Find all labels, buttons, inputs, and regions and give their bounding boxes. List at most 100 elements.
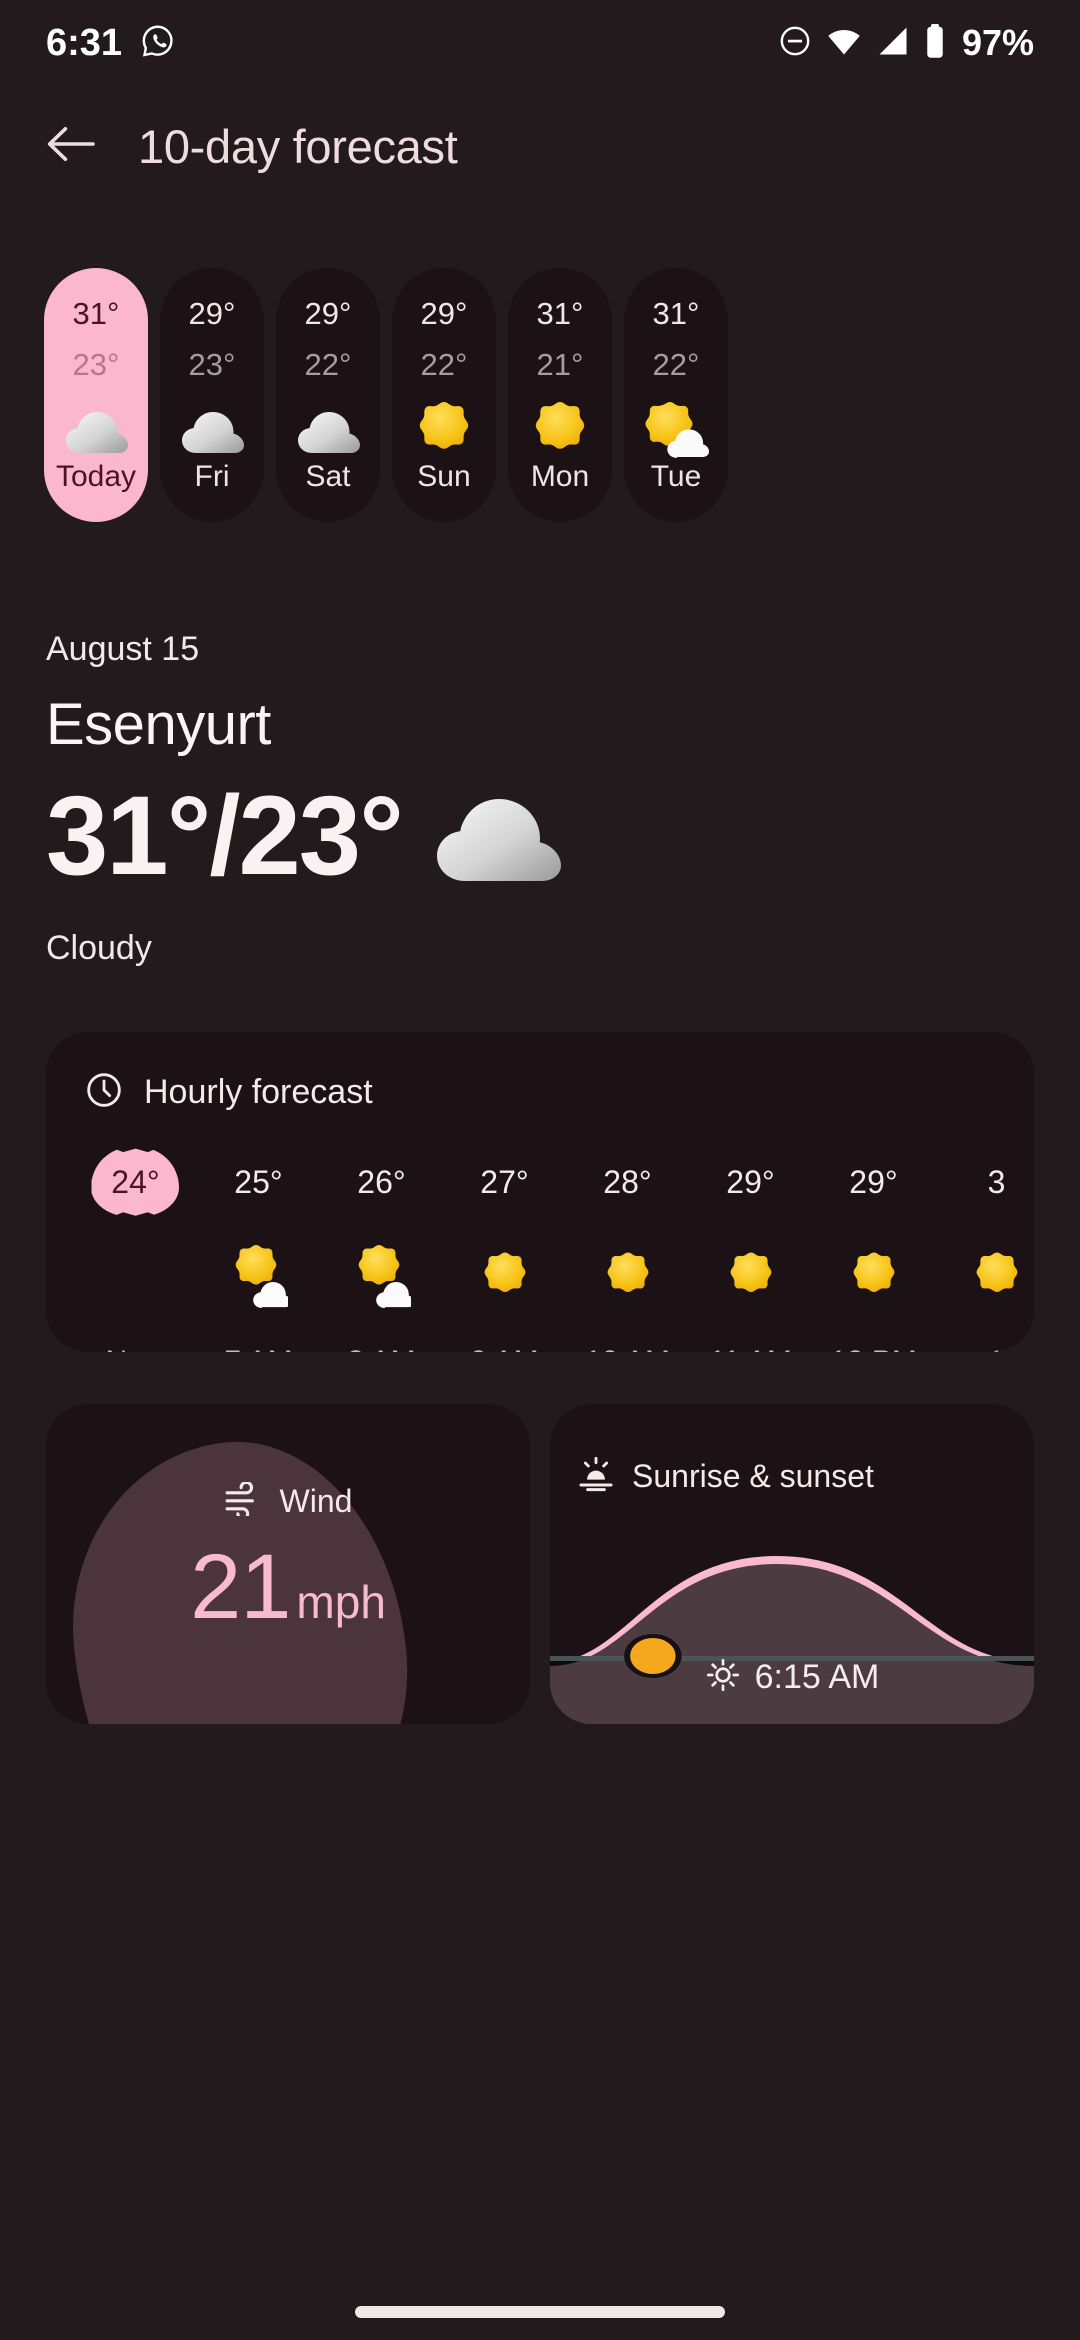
cloudy-icon [424, 785, 570, 894]
wind-card[interactable]: Wind 21 mph [46, 1404, 530, 1725]
cloudy-icon [60, 400, 132, 462]
back-arrow-icon [43, 120, 99, 173]
day-chip-sat[interactable]: 29° 22° Sat [276, 268, 380, 522]
sunny-icon [724, 1235, 778, 1319]
day-chip-sun[interactable]: 29° 22° Sun [392, 268, 496, 522]
sun-small-icon [705, 1657, 741, 1698]
hour-label: 7 AM [224, 1345, 292, 1352]
day-chip-high: 29° [420, 296, 468, 331]
sunny-icon [412, 400, 476, 462]
hour-column-next-partial[interactable]: 3 1 [935, 1151, 1034, 1352]
day-chip-low: 22° [652, 347, 700, 382]
current-temperature: 31°/23° [46, 773, 404, 898]
sunrise-card-header: Sunrise & sunset [550, 1404, 1034, 1499]
hour-label: Now [105, 1345, 165, 1352]
whatsapp-icon [140, 23, 176, 64]
wind-card-header: Wind [46, 1404, 530, 1521]
day-chip-high: 31° [652, 296, 700, 331]
wind-icon [224, 1481, 264, 1521]
hour-label: 12 PM [830, 1345, 917, 1352]
sunny-icon [970, 1235, 1024, 1319]
hour-temperature: 27° [480, 1163, 529, 1200]
status-time: 6:31 [46, 21, 123, 64]
current-city: Esenyurt [46, 692, 271, 757]
hour-column-9am[interactable]: 27° 9 AM [443, 1151, 566, 1353]
sunrise-sunset-card[interactable]: Sunrise & sunset 6:15 AM [550, 1404, 1034, 1725]
hour-column-now[interactable]: 24° Now [74, 1147, 197, 1352]
hour-label: 8 AM [347, 1345, 415, 1352]
hour-column-7am[interactable]: 25° 7 AM [197, 1151, 320, 1353]
wind-value-row: 21 mph [46, 1535, 530, 1640]
back-button[interactable] [40, 115, 102, 177]
day-chip-high: 29° [304, 296, 352, 331]
app-bar: 10-day forecast [0, 86, 1080, 206]
hourly-forecast-card[interactable]: Hourly forecast 24° Now 25° [46, 1032, 1034, 1353]
day-chip-low: 22° [420, 347, 468, 382]
day-chip-label: Fri [194, 460, 230, 493]
sunrise-icon [576, 1454, 616, 1499]
hour-column-8am[interactable]: 26° 8 AM [320, 1151, 443, 1353]
day-chip-low: 23° [72, 347, 120, 382]
sunrise-time-value: 6:15 AM [754, 1658, 880, 1697]
detail-cards-row: Wind 21 mph Sunrise & sunset 6:15 AM [46, 1404, 1034, 1725]
hourly-forecast-row[interactable]: 24° Now 25° 7 AM 26° [46, 1147, 1034, 1353]
partly-sunny-icon [640, 400, 712, 462]
hourly-forecast-header: Hourly forecast [46, 1070, 1034, 1115]
hour-temperature: 25° [234, 1163, 283, 1200]
day-chip-low: 23° [188, 347, 236, 382]
day-chip-label: Today [55, 460, 137, 493]
hour-temperature: 3 [987, 1163, 1006, 1200]
page-title: 10-day forecast [138, 119, 458, 173]
day-chip-low: 22° [304, 347, 352, 382]
hour-temp-wrap: 25° [234, 1151, 282, 1213]
status-bar: 6:31 97% [0, 0, 1080, 86]
hour-label: 11 AM [709, 1345, 792, 1352]
current-date: August 15 [46, 630, 200, 668]
sunrise-time-row: 6:15 AM [550, 1657, 1034, 1698]
hour-temp-wrap: 29° [726, 1151, 774, 1213]
current-conditions: August 15 Esenyurt 31°/23° Cloudy [0, 630, 1080, 968]
day-chip-high: 31° [536, 296, 584, 331]
hour-column-10am[interactable]: 28° 10 AM [566, 1151, 689, 1353]
day-chip-low: 21° [536, 347, 584, 382]
hour-temperature: 29° [849, 1163, 898, 1200]
sunny-icon [478, 1235, 532, 1319]
sunny-icon [528, 400, 592, 462]
wind-speed-unit: mph [296, 1576, 386, 1629]
day-chip-mon[interactable]: 31° 21° Mon [508, 268, 612, 522]
sunny-icon [601, 1235, 655, 1319]
current-condition: Cloudy [46, 929, 152, 968]
hour-temperature: 29° [726, 1163, 775, 1200]
hour-temperature: 28° [603, 1163, 652, 1200]
hour-label: 1 [988, 1345, 1005, 1352]
day-chip-label: Mon [530, 460, 590, 493]
day-chip-fri[interactable]: 29° 23° Fri [160, 268, 264, 522]
navigation-home-pill[interactable] [355, 2306, 725, 2318]
hour-temperature: 26° [357, 1163, 406, 1200]
day-chip-label: Sun [417, 460, 471, 493]
hour-column-12pm[interactable]: 29° 12 PM [812, 1151, 935, 1353]
hour-column-11am[interactable]: 29° 11 AM [689, 1151, 812, 1353]
cellular-signal-icon [876, 26, 910, 61]
battery-percent-label: 97% [961, 22, 1034, 63]
hour-temp-wrap: 27° [480, 1151, 528, 1213]
hour-temp-wrap: 24° [91, 1147, 180, 1218]
day-chip-high: 29° [188, 296, 236, 331]
hour-label: 9 AM [470, 1345, 538, 1352]
day-chip-label: Sat [305, 460, 351, 493]
wind-speed-value: 21 [190, 1536, 291, 1639]
hour-temp-wrap: 26° [357, 1151, 405, 1213]
cloudy-icon [176, 400, 248, 462]
partly-sunny-icon [353, 1235, 411, 1319]
hour-temperature: 24° [111, 1163, 160, 1200]
day-chip-label: Tue [650, 460, 702, 493]
day-chip-today[interactable]: 31° 23° Today [44, 268, 148, 522]
day-chip-tue[interactable]: 31° 22° Tue [624, 268, 728, 522]
wind-card-title: Wind [279, 1483, 353, 1520]
hour-temp-wrap: 29° [849, 1151, 897, 1213]
status-bar-left: 6:31 [46, 22, 176, 65]
partly-sunny-icon [230, 1235, 288, 1319]
day-chip-high: 31° [72, 296, 120, 331]
hour-label: 10 AM [585, 1345, 670, 1352]
day-forecast-strip[interactable]: 31° 23° Today 29° 23° Fri 29° 22° Sat 29… [0, 268, 1080, 528]
